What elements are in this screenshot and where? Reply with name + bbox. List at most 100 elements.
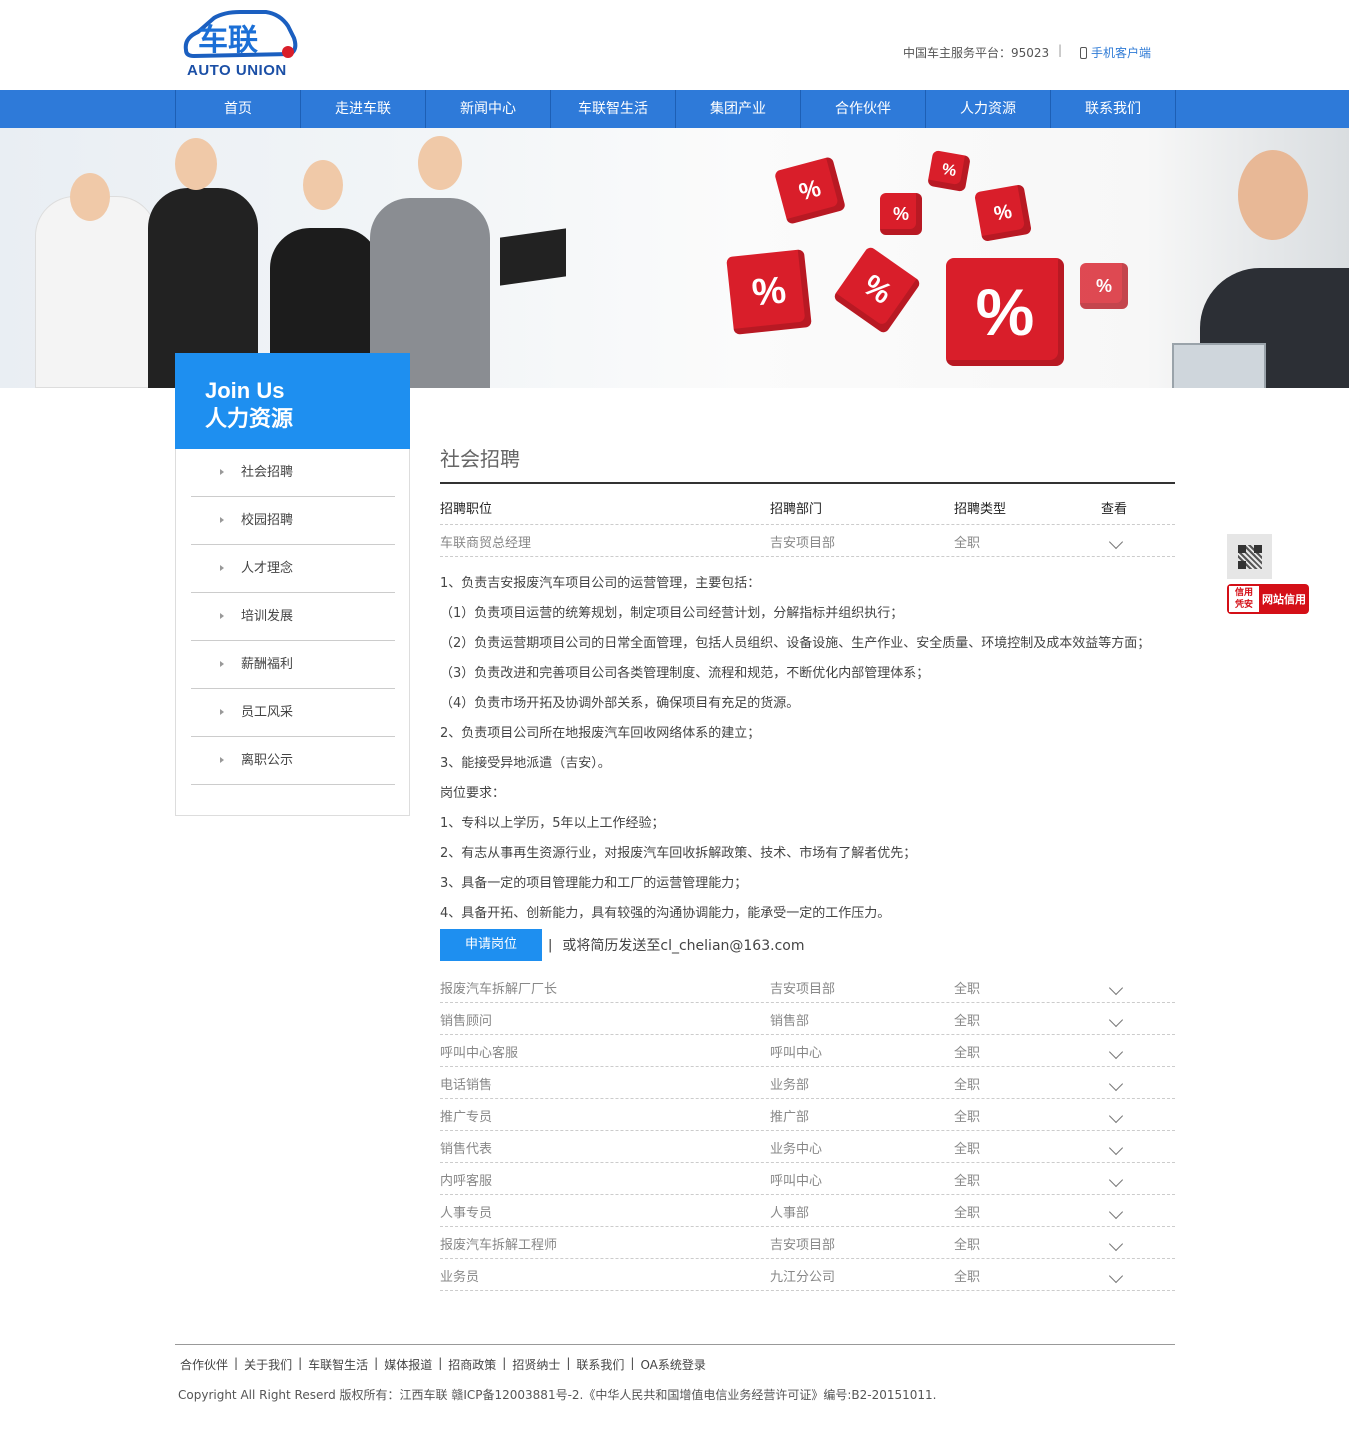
qr-code[interactable] <box>1227 534 1272 579</box>
footer-link-separator: | <box>438 1356 443 1370</box>
job-description: 1、负责吉安报废汽车项目公司的运营管理，主要包括： （1）负责项目运营的统筹规划，… <box>440 557 1175 929</box>
sidebar-header: Join Us 人力资源 <box>175 353 410 449</box>
description-line: （4）负责市场开拓及协调外部关系，确保项目有充足的货源。 <box>440 696 800 711</box>
job-department: 呼叫中心 <box>770 1046 823 1061</box>
view-toggle[interactable] <box>1101 1035 1175 1066</box>
view-toggle[interactable] <box>1101 1131 1175 1162</box>
sidebar-item[interactable]: 薪酬福利 <box>191 641 395 689</box>
job-row[interactable]: 业务员 九江分公司 全职 <box>440 1259 1175 1291</box>
chevron-down-icon <box>1108 1140 1124 1156</box>
nav-item[interactable]: 合作伙伴 <box>801 90 926 128</box>
chevron-down-icon <box>1108 1268 1124 1284</box>
banner-person-2-head <box>175 138 217 190</box>
view-toggle[interactable] <box>1101 1195 1175 1226</box>
job-position: 内呼客服 <box>440 1174 493 1189</box>
description-line: 4、具备开拓、创新能力，具有较强的沟通协调能力，能承受一定的工作压力。 <box>440 906 891 921</box>
footer-link[interactable]: 招贤纳士 <box>512 1356 560 1373</box>
job-department: 业务部 <box>770 1078 810 1093</box>
footer-link[interactable]: OA系统登录 <box>640 1356 705 1373</box>
footer-link-separator: | <box>502 1356 507 1370</box>
job-department: 推广部 <box>770 1110 810 1125</box>
view-toggle[interactable] <box>1101 1099 1175 1130</box>
nav-item[interactable]: 集团产业 <box>676 90 801 128</box>
caret-right-icon <box>220 757 224 763</box>
copyright-text: Copyright All Right Reserd 版权所有：江西车联 赣IC… <box>178 1388 937 1402</box>
nav-items: 首页 走进车联 新闻中心 车联智生活 集团产业 合作伙伴 人力资源 联系我们 <box>175 90 1176 128</box>
header-separator: | <box>1058 43 1063 57</box>
apply-line: 申请岗位 | 或将简历发送至cl_chelian@163.com <box>440 929 1175 961</box>
job-row[interactable]: 人事专员 人事部 全职 <box>440 1195 1175 1227</box>
description-line: （1）负责项目运营的统筹规划，制定项目公司经营计划，分解指标并组织执行； <box>440 606 904 621</box>
sidebar-item[interactable]: 培训发展 <box>191 593 395 641</box>
view-toggle[interactable] <box>1101 1259 1175 1290</box>
view-toggle[interactable] <box>1101 1163 1175 1194</box>
mobile-client-link[interactable]: 手机客户端 <box>1080 44 1151 61</box>
sidebar-item[interactable]: 社会招聘 <box>191 449 395 497</box>
banner-person-1 <box>35 196 157 388</box>
nav-item[interactable]: 联系我们 <box>1051 90 1176 128</box>
chevron-down-icon <box>1108 1044 1124 1060</box>
view-toggle[interactable] <box>1101 1003 1175 1034</box>
job-type: 全职 <box>954 1014 981 1029</box>
view-toggle[interactable] <box>1101 1227 1175 1258</box>
percent-die: % <box>946 258 1064 366</box>
sidebar-item-label: 员工风采 <box>241 705 294 720</box>
sidebar-item-label: 培训发展 <box>241 609 294 624</box>
footer-link[interactable]: 车联智生活 <box>308 1356 368 1373</box>
caret-right-icon <box>220 469 224 475</box>
sidebar-item-label: 离职公示 <box>241 753 294 768</box>
job-row[interactable]: 呼叫中心客服 呼叫中心 全职 <box>440 1035 1175 1067</box>
footer-link[interactable]: 联系我们 <box>576 1356 624 1373</box>
job-row[interactable]: 报废汽车拆解厂厂长 吉安项目部 全职 <box>440 971 1175 1003</box>
sidebar-item[interactable]: 校园招聘 <box>191 497 395 545</box>
sidebar-item-label: 校园招聘 <box>241 513 294 528</box>
footer-link[interactable]: 招商政策 <box>448 1356 496 1373</box>
job-position: 销售顾问 <box>440 1014 493 1029</box>
sidebar-item[interactable]: 人才理念 <box>191 545 395 593</box>
job-position: 人事专员 <box>440 1206 493 1221</box>
sidebar-title-en: Join Us <box>205 378 285 403</box>
nav-item[interactable]: 人力资源 <box>926 90 1051 128</box>
job-department: 呼叫中心 <box>770 1174 823 1189</box>
nav-item[interactable]: 车联智生活 <box>551 90 676 128</box>
nav-item[interactable]: 新闻中心 <box>426 90 551 128</box>
view-toggle[interactable] <box>1101 971 1175 1002</box>
footer-link[interactable]: 关于我们 <box>244 1356 292 1373</box>
description-line: 2、负责项目公司所在地报废汽车回收网络体系的建立； <box>440 726 761 741</box>
job-row[interactable]: 推广专员 推广部 全职 <box>440 1099 1175 1131</box>
description-line: 3、具备一定的项目管理能力和工厂的运营管理能力； <box>440 876 748 891</box>
job-position: 报废汽车拆解厂厂长 <box>440 982 558 997</box>
job-row[interactable]: 电话销售 业务部 全职 <box>440 1067 1175 1099</box>
nav-item[interactable]: 走进车联 <box>301 90 426 128</box>
nav-item[interactable]: 首页 <box>176 90 301 128</box>
sidebar-item-label: 社会招聘 <box>241 465 294 480</box>
site-credit-badge[interactable]: 信用 凭安 网站信用 <box>1227 584 1309 614</box>
footer-link[interactable]: 媒体报道 <box>384 1356 432 1373</box>
description-line: （2）负责运营期项目公司的日常全面管理，包括人员组织、设备设施、生产作业、安全质… <box>440 636 1151 651</box>
column-header-view: 查看 <box>1101 502 1128 517</box>
chevron-down-icon <box>1108 1204 1124 1220</box>
job-list: 报废汽车拆解厂厂长 吉安项目部 全职销售顾问 销售部 全职呼叫中心客服 呼叫中心 全职 电话销… <box>440 971 1175 1291</box>
sidebar-item[interactable]: 员工风采 <box>191 689 395 737</box>
job-row-expanded[interactable]: 车联商贸总经理 吉安项目部 全职 <box>440 525 1175 557</box>
job-department: 销售部 <box>770 1014 810 1029</box>
column-header-position: 招聘职位 <box>440 502 493 517</box>
banner-person-4-head <box>418 136 462 190</box>
chevron-down-icon <box>1108 1172 1124 1188</box>
job-row[interactable]: 销售顾问 销售部 全职 <box>440 1003 1175 1035</box>
footer-link[interactable]: 合作伙伴 <box>180 1356 228 1373</box>
job-department: 吉安项目部 <box>770 536 836 551</box>
sidebar-item[interactable]: 离职公示 <box>191 737 395 785</box>
view-toggle[interactable] <box>1101 525 1175 556</box>
view-toggle[interactable] <box>1101 1067 1175 1098</box>
job-row[interactable]: 报废汽车拆解工程师 吉安项目部 全职 <box>440 1227 1175 1259</box>
job-row[interactable]: 内呼客服 呼叫中心 全职 <box>440 1163 1175 1195</box>
job-row[interactable]: 销售代表 业务中心 全职 <box>440 1131 1175 1163</box>
credit-seal-icon: 信用 凭安 <box>1229 586 1259 612</box>
footer-link-separator: | <box>374 1356 379 1370</box>
footer-divider <box>175 1344 1175 1345</box>
description-line: 3、能接受异地派遣（吉安）。 <box>440 756 611 771</box>
apply-button[interactable]: 申请岗位 <box>440 929 542 961</box>
logo-car-icon: 车联 <box>183 10 298 59</box>
apply-separator: | <box>548 937 553 953</box>
